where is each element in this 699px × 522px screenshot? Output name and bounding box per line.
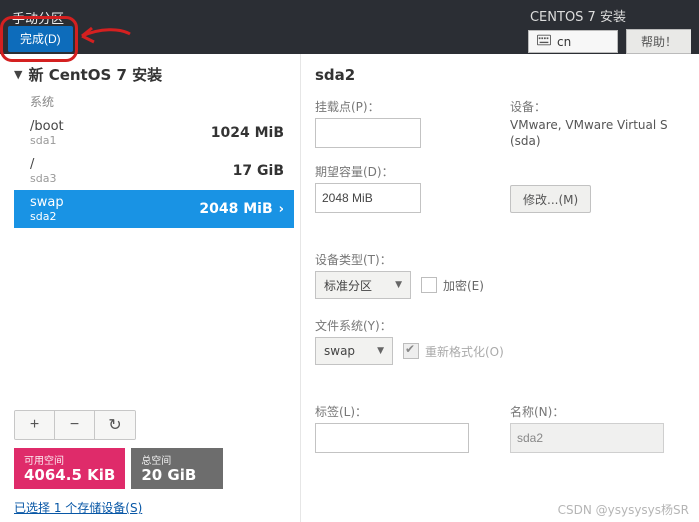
checkbox-icon [403, 343, 419, 359]
capacity-label: 期望容量(D)： [315, 163, 492, 180]
partition-dev: sda2 [30, 210, 64, 223]
partition-dev: sda1 [30, 134, 64, 147]
space-available-value: 4064.5 KiB [24, 467, 115, 484]
partition-size: 1024 MiB [211, 125, 284, 141]
keyboard-icon [537, 34, 551, 49]
partition-mount: / [30, 157, 56, 172]
chevron-down-icon: ▼ [395, 280, 402, 290]
done-button[interactable]: 完成(D) [8, 26, 73, 52]
collapse-icon: ▼ [14, 68, 22, 81]
partition-row[interactable]: /boot sda1 1024 MiB [14, 114, 294, 152]
tag-input[interactable] [315, 423, 469, 453]
detail-form: 挂载点(P)： 设备： VMware, VMware Virtual S (sd… [315, 98, 683, 453]
main-area: ▼ 新 CentOS 7 安装 系统 /boot sda1 1024 MiB /… [0, 54, 699, 522]
device-type-label: 设备类型(T)： [315, 251, 683, 268]
space-summary: 可用空间 4064.5 KiB 总空间 20 GiB [14, 448, 294, 490]
help-button[interactable]: 帮助！ [626, 29, 691, 54]
top-right: CENTOS 7 安装 cn 帮助！ [528, 6, 691, 54]
partition-tree-header[interactable]: ▼ 新 CentOS 7 安装 [14, 64, 294, 85]
installer-title: CENTOS 7 安装 [528, 6, 691, 25]
partition-dev: sda3 [30, 172, 56, 185]
modify-device-button[interactable]: 修改...(M) [510, 185, 591, 213]
space-available-box: 可用空间 4064.5 KiB [14, 448, 125, 490]
partition-mount: /boot [30, 119, 64, 134]
system-group-label: 系统 [30, 93, 294, 110]
partition-mount: swap [30, 195, 64, 210]
device-type-value: 标准分区 [324, 277, 372, 294]
remove-partition-button[interactable]: − [55, 411, 95, 439]
annotation-arrow [70, 18, 140, 58]
mountpoint-label: 挂载点(P)： [315, 98, 492, 115]
keyboard-layout-text: cn [557, 35, 571, 49]
partition-size: 2048 MiB [199, 201, 272, 217]
left-pane: ▼ 新 CentOS 7 安装 系统 /boot sda1 1024 MiB /… [0, 54, 300, 522]
tree-title: 新 CentOS 7 安装 [28, 64, 162, 85]
space-total-box: 总空间 20 GiB [131, 448, 223, 490]
storage-devices-link[interactable]: 已选择 1 个存储设备(S) [14, 499, 142, 516]
reformat-label: 重新格式化(O) [425, 343, 504, 360]
reload-button[interactable]: ↻ [95, 411, 135, 439]
partition-size: 17 GiB [233, 163, 284, 179]
name-label: 名称(N)： [510, 403, 683, 420]
detail-heading: sda2 [315, 66, 683, 84]
filesystem-label: 文件系统(Y)： [315, 317, 683, 334]
keyboard-layout-indicator[interactable]: cn [528, 30, 618, 53]
name-input [510, 423, 664, 453]
device-value: VMware, VMware Virtual S (sda) [510, 118, 683, 149]
device-label: 设备： [510, 98, 683, 115]
encrypt-checkbox[interactable]: 加密(E) [421, 277, 484, 294]
checkbox-icon [421, 277, 437, 293]
partition-list: /boot sda1 1024 MiB / sda3 17 GiB swap s… [14, 114, 294, 402]
mountpoint-input[interactable] [315, 118, 421, 148]
partition-row[interactable]: / sda3 17 GiB [14, 152, 294, 190]
filesystem-value: swap [324, 344, 355, 358]
encrypt-label: 加密(E) [443, 277, 484, 294]
tag-label: 标签(L)： [315, 403, 492, 420]
right-pane: sda2 挂载点(P)： 设备： VMware, VMware Virtual … [300, 54, 699, 522]
partition-button-bar: + − ↻ [14, 410, 136, 440]
device-type-select[interactable]: 标准分区 ▼ [315, 271, 411, 299]
space-available-label: 可用空间 [24, 452, 115, 467]
chevron-right-icon: › [279, 202, 284, 217]
add-partition-button[interactable]: + [15, 411, 55, 439]
space-total-label: 总空间 [141, 452, 213, 467]
capacity-input[interactable] [315, 183, 421, 213]
partition-row-selected[interactable]: swap sda2 2048 MiB › [14, 190, 294, 228]
filesystem-select[interactable]: swap ▼ [315, 337, 393, 365]
chevron-down-icon: ▼ [377, 346, 384, 356]
space-total-value: 20 GiB [141, 467, 213, 484]
top-bar: 手动分区 完成(D) CENTOS 7 安装 cn 帮助！ [0, 0, 699, 54]
reformat-checkbox: 重新格式化(O) [403, 343, 504, 360]
watermark: CSDN @ysysysys杨SR [558, 501, 689, 518]
page-title: 手动分区 [12, 8, 64, 27]
